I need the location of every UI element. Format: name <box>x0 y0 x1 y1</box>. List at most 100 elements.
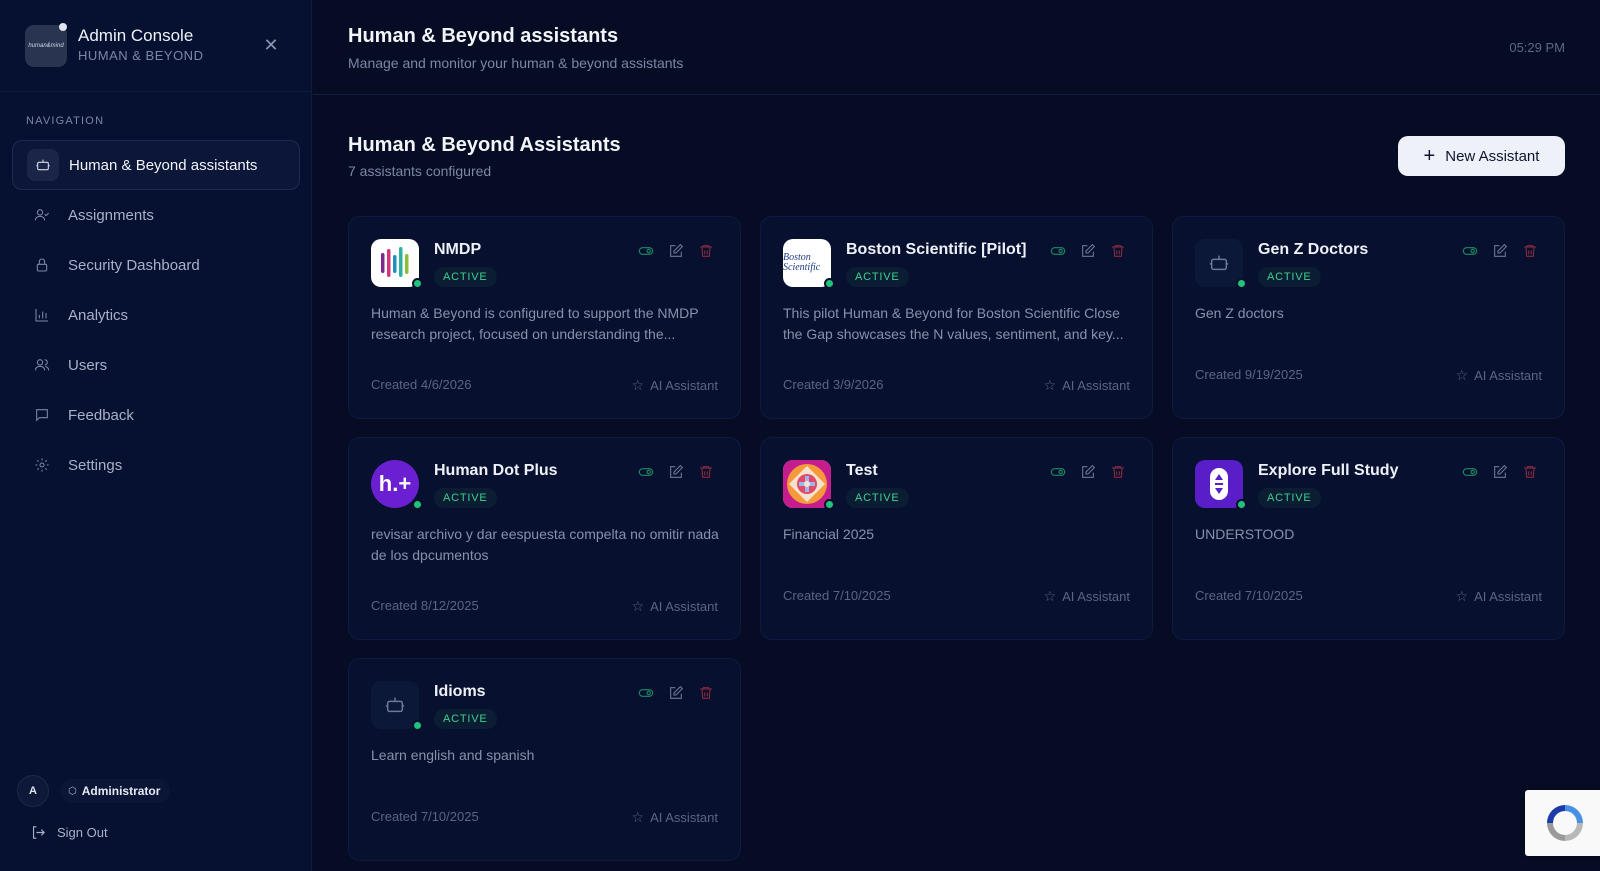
assistant-description: Human & Beyond is configured to support … <box>371 305 699 342</box>
trash-icon[interactable] <box>1522 243 1538 259</box>
edit-icon[interactable] <box>668 685 684 701</box>
assistant-description: revisar archivo y dar eespuesta compelta… <box>371 526 719 563</box>
role-label: Administrator <box>81 784 161 798</box>
edit-icon[interactable] <box>1080 243 1096 259</box>
trash-icon[interactable] <box>698 685 714 701</box>
sidebar-item-label: Settings <box>68 456 123 474</box>
edit-icon[interactable] <box>1492 464 1508 480</box>
assistant-name: Boston Scientific [Pilot] <box>846 241 1027 258</box>
bar-chart-icon <box>26 299 58 331</box>
new-assistant-label: New Assistant <box>1445 147 1540 165</box>
status-badge: ACTIVE <box>846 488 909 508</box>
trash-icon[interactable] <box>698 464 714 480</box>
assistant-name: Explore Full Study <box>1258 462 1399 479</box>
section-title: Human & Beyond Assistants <box>348 134 621 156</box>
edit-icon[interactable] <box>668 243 684 259</box>
status-dot <box>412 499 423 510</box>
page-title: Human & Beyond assistants <box>348 25 619 47</box>
assistant-card[interactable]: h.+ Human Dot Plus ACTIVE revisar archiv… <box>348 437 741 640</box>
page-subtitle: Manage and monitor your human & beyond a… <box>348 55 684 71</box>
trash-icon[interactable] <box>1110 464 1126 480</box>
clock: 05:29 PM <box>1509 40 1565 55</box>
created-date: Created 3/9/2026 <box>783 377 884 392</box>
edit-icon[interactable] <box>1492 243 1508 259</box>
assistant-type: ☆ AI Assistant <box>632 809 718 826</box>
assistant-name: Human Dot Plus <box>434 462 558 479</box>
edit-icon[interactable] <box>1080 464 1096 480</box>
toggle-icon[interactable] <box>638 243 654 259</box>
brand-status-dot <box>59 23 67 31</box>
created-date: Created 9/19/2025 <box>1195 367 1303 382</box>
edit-icon[interactable] <box>668 464 684 480</box>
status-dot <box>412 720 423 731</box>
assistant-card[interactable]: Explore Full Study ACTIVE UNDERSTOOD Cre… <box>1172 437 1565 640</box>
close-icon[interactable]: ✕ <box>260 34 282 56</box>
created-date: Created 4/6/2026 <box>371 377 472 392</box>
sidebar-item-label: Feedback <box>68 406 134 424</box>
status-badge: ACTIVE <box>846 267 909 287</box>
created-date: Created 7/10/2025 <box>783 588 891 603</box>
assistant-card[interactable]: Boston Scientific Boston Scientific [Pil… <box>760 216 1153 419</box>
shield-icon: ⬡ <box>68 785 77 797</box>
trash-icon[interactable] <box>698 243 714 259</box>
assistant-description: This pilot Human & Beyond for Boston Sci… <box>783 305 1124 342</box>
card-actions <box>638 464 714 480</box>
sidebar-item-label: Human & Beyond assistants <box>69 156 258 174</box>
avatar[interactable]: A <box>17 775 49 807</box>
sign-out-button[interactable]: Sign Out <box>30 824 108 841</box>
status-badge: ACTIVE <box>434 488 497 508</box>
created-date: Created 7/10/2025 <box>1195 588 1303 603</box>
sidebar-item-security[interactable]: Security Dashboard <box>12 240 300 290</box>
plus-icon: + <box>1423 145 1436 167</box>
assistant-name: Test <box>846 462 878 479</box>
trash-icon[interactable] <box>1110 243 1126 259</box>
sidebar-item-feedback[interactable]: Feedback <box>12 390 300 440</box>
sidebar-item-users[interactable]: Users <box>12 340 300 390</box>
assistant-type: ☆ AI Assistant <box>632 377 718 394</box>
status-badge: ACTIVE <box>434 267 497 287</box>
assistant-type: ☆ AI Assistant <box>1456 367 1542 384</box>
assistant-name: NMDP <box>434 241 482 258</box>
page-header: Human & Beyond assistants Manage and mon… <box>313 0 1600 95</box>
toggle-icon[interactable] <box>1050 464 1066 480</box>
assistant-description: Learn english and spanish <box>371 747 535 763</box>
assistant-card[interactable]: Test ACTIVE Financial 2025 Created 7/10/… <box>760 437 1153 640</box>
brand-title: Admin Console <box>78 26 194 45</box>
assistant-card[interactable]: NMDP ACTIVE Human & Beyond is configured… <box>348 216 741 419</box>
star-icon: ☆ <box>631 377 645 393</box>
sidebar-item-settings[interactable]: Settings <box>12 440 300 490</box>
toggle-icon[interactable] <box>1462 243 1478 259</box>
status-dot <box>824 278 835 289</box>
assistant-name: Gen Z Doctors <box>1258 241 1369 258</box>
assistant-type-label: AI Assistant <box>1474 368 1542 383</box>
sidebar-item-assignments[interactable]: Assignments <box>12 190 300 240</box>
users-icon <box>26 349 58 381</box>
assistant-type-label: AI Assistant <box>1062 589 1130 604</box>
assistant-type: ☆ AI Assistant <box>1044 377 1130 394</box>
created-date: Created 7/10/2025 <box>371 809 479 824</box>
nav-section-title: NAVIGATION <box>26 115 105 127</box>
status-badge: ACTIVE <box>434 709 497 729</box>
sidebar: human&mind Admin Console HUMAN & BEYOND … <box>0 0 312 871</box>
toggle-icon[interactable] <box>638 464 654 480</box>
toggle-icon[interactable] <box>1462 464 1478 480</box>
recaptcha-badge[interactable] <box>1525 790 1600 856</box>
status-dot <box>412 278 423 289</box>
assistant-card[interactable]: Gen Z Doctors ACTIVE Gen Z doctors Creat… <box>1172 216 1565 419</box>
sidebar-item-analytics[interactable]: Analytics <box>12 290 300 340</box>
toggle-icon[interactable] <box>638 685 654 701</box>
status-dot <box>1236 499 1247 510</box>
sidebar-item-assistants[interactable]: Human & Beyond assistants <box>12 140 300 190</box>
star-icon: ☆ <box>1455 367 1469 383</box>
toggle-icon[interactable] <box>1050 243 1066 259</box>
sidebar-item-label: Security Dashboard <box>68 256 200 274</box>
star-icon: ☆ <box>1043 377 1057 393</box>
assistant-name: Idioms <box>434 683 486 700</box>
star-icon: ☆ <box>631 809 645 825</box>
assistant-card[interactable]: Idioms ACTIVE Learn english and spanish … <box>348 658 741 861</box>
lock-icon <box>26 249 58 281</box>
new-assistant-button[interactable]: + New Assistant <box>1398 136 1565 176</box>
trash-icon[interactable] <box>1522 464 1538 480</box>
assistant-description: Financial 2025 <box>783 526 875 542</box>
card-actions <box>1462 464 1538 480</box>
